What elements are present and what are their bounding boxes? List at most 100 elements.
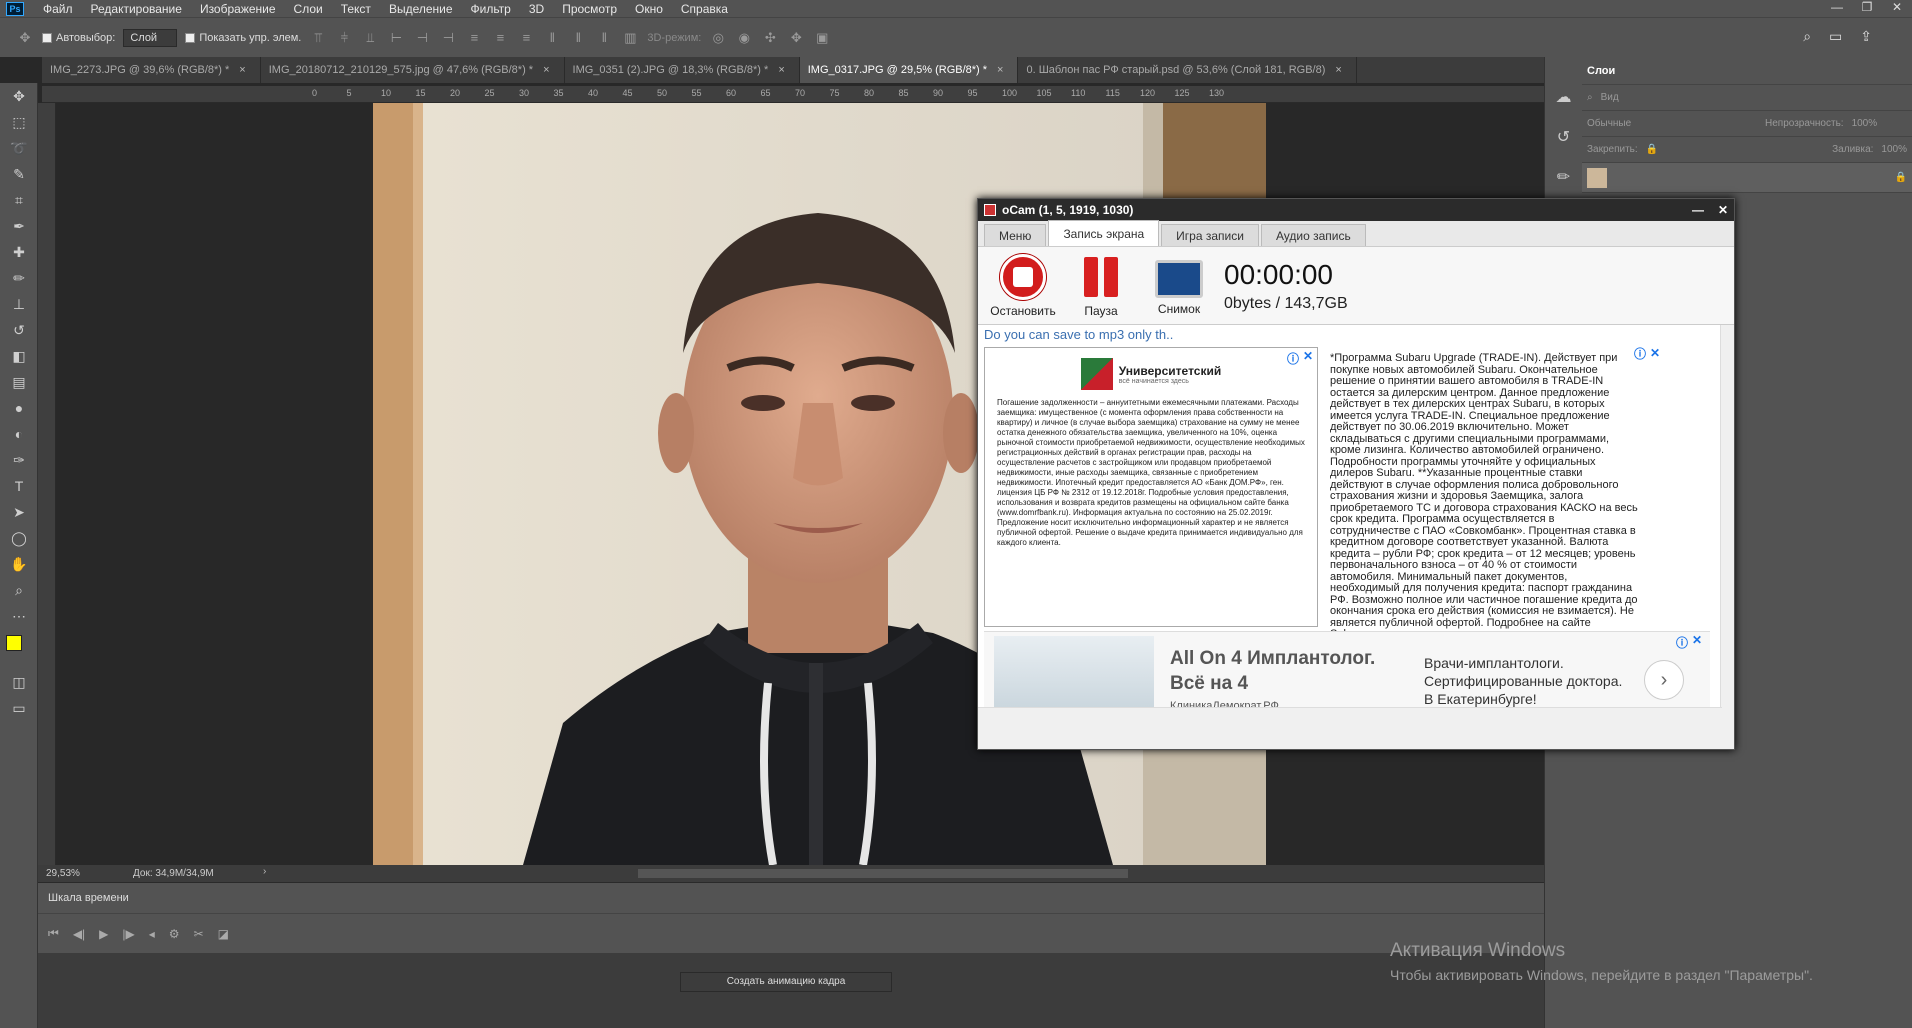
auto-align-icon[interactable]: ▥ bbox=[621, 30, 639, 46]
pen-tool-icon[interactable]: ✑ bbox=[0, 447, 38, 473]
lock-icon[interactable]: 🔒 bbox=[1646, 144, 1658, 155]
close-icon[interactable]: ✕ bbox=[1882, 0, 1912, 17]
healing-tool-icon[interactable]: ✚ bbox=[0, 239, 38, 265]
horizontal-scrollbar[interactable] bbox=[638, 869, 1128, 878]
ad-close-icon[interactable]: ✕ bbox=[1692, 633, 1702, 647]
doc-tab[interactable]: IMG_0351 (2).JPG @ 18,3% (RGB/8*) * × bbox=[564, 57, 800, 83]
ocam-titlebar[interactable]: oCam (1, 5, 1919, 1030) — ✕ bbox=[978, 199, 1734, 221]
scissors-icon[interactable]: ✂ bbox=[194, 927, 204, 941]
transition-icon[interactable]: ◪ bbox=[218, 927, 229, 941]
create-frame-animation-button[interactable]: Создать анимацию кадра bbox=[680, 972, 892, 992]
blend-mode-select[interactable]: Обычные bbox=[1587, 118, 1757, 129]
ad-info-icon[interactable]: ⓘ bbox=[1634, 348, 1646, 361]
align-right-icon[interactable]: ⊣ bbox=[439, 30, 457, 46]
3d-scale-icon[interactable]: ▣ bbox=[813, 30, 831, 46]
pause-button[interactable]: Пауза bbox=[1068, 254, 1134, 318]
stamp-tool-icon[interactable]: ⊥ bbox=[0, 291, 38, 317]
close-icon[interactable]: ✕ bbox=[1712, 203, 1734, 217]
move-tool-icon[interactable]: ✥ bbox=[16, 30, 34, 46]
close-icon[interactable]: × bbox=[778, 64, 784, 76]
bank-ad[interactable]: ⓘ ✕ Университетский всё начинается здесь … bbox=[984, 347, 1318, 627]
ad-close-icon[interactable]: ✕ bbox=[1303, 349, 1313, 363]
ad-link[interactable]: Do you can save to mp3 only th.. bbox=[984, 327, 1173, 342]
ad-close-icon[interactable]: ✕ bbox=[1650, 347, 1660, 360]
3d-pan-icon[interactable]: ✣ bbox=[761, 30, 779, 46]
doc-tab-active[interactable]: IMG_0317.JPG @ 29,5% (RGB/8*) * × bbox=[799, 57, 1019, 83]
menu-edit[interactable]: Редактирование bbox=[82, 2, 191, 16]
distribute-top-icon[interactable]: ≡ bbox=[465, 30, 483, 45]
3d-roll-icon[interactable]: ◉ bbox=[735, 30, 753, 46]
ad-info-icon[interactable]: ⓘ bbox=[1676, 634, 1688, 651]
align-vcenter-icon[interactable]: ⫩ bbox=[335, 30, 353, 46]
play-icon[interactable]: ▶ bbox=[99, 927, 108, 941]
workspace-icon[interactable]: ▭ bbox=[1829, 28, 1842, 45]
tab-audio-record[interactable]: Аудио запись bbox=[1260, 224, 1366, 246]
align-bottom-icon[interactable]: ⫫ bbox=[361, 30, 379, 46]
autoselect-checkbox[interactable]: Автовыбор: bbox=[42, 32, 115, 44]
eyedropper-tool-icon[interactable]: ✒ bbox=[0, 213, 38, 239]
menu-help[interactable]: Справка bbox=[672, 2, 737, 16]
first-frame-icon[interactable]: ⏮ bbox=[48, 926, 59, 941]
tab-menu[interactable]: Меню bbox=[984, 224, 1047, 246]
distribute-left-icon[interactable]: ‖ bbox=[543, 30, 561, 45]
layers-title[interactable]: Слои bbox=[1587, 65, 1615, 77]
doc-tab[interactable]: IMG_20180712_210129_575.jpg @ 47,6% (RGB… bbox=[260, 57, 565, 83]
menu-3d[interactable]: 3D bbox=[520, 2, 553, 16]
quick-mask-icon[interactable]: ◫ bbox=[0, 669, 38, 695]
screen-mode-icon[interactable]: ▭ bbox=[0, 695, 38, 721]
search-icon[interactable]: ⌕ bbox=[1803, 28, 1811, 45]
eraser-tool-icon[interactable]: ◧ bbox=[0, 343, 38, 369]
zoom-level[interactable]: 29,53% bbox=[46, 868, 80, 879]
gradient-tool-icon[interactable]: ▤ bbox=[0, 369, 38, 395]
3d-slide-icon[interactable]: ✥ bbox=[787, 30, 805, 46]
restore-icon[interactable]: ❐ bbox=[1852, 0, 1882, 17]
chevron-right-icon[interactable]: › bbox=[263, 866, 266, 877]
brush-tool-icon[interactable]: ✏ bbox=[0, 265, 38, 291]
foreground-color[interactable] bbox=[6, 635, 22, 651]
share-icon[interactable]: ⇪ bbox=[1860, 28, 1872, 45]
stop-button[interactable]: Остановить bbox=[990, 253, 1056, 318]
layer-filter-select[interactable]: Вид bbox=[1601, 92, 1619, 103]
subaru-ad[interactable]: ⓘ ✕ *Программа Subaru Upgrade (TRADE-IN)… bbox=[1324, 347, 1664, 639]
brush-settings-icon[interactable]: ✏ bbox=[1552, 167, 1576, 191]
align-hcenter-icon[interactable]: ⊣ bbox=[413, 30, 431, 46]
doc-tab[interactable]: IMG_2273.JPG @ 39,6% (RGB/8*) * × bbox=[42, 57, 261, 83]
menu-layers[interactable]: Слои bbox=[285, 2, 332, 16]
history-icon[interactable]: ↺ bbox=[1552, 127, 1576, 151]
blur-tool-icon[interactable]: ● bbox=[0, 395, 38, 421]
menu-text[interactable]: Текст bbox=[332, 2, 380, 16]
distribute-right-icon[interactable]: ‖ bbox=[595, 30, 613, 45]
shape-tool-icon[interactable]: ◯ bbox=[0, 525, 38, 551]
distribute-center-icon[interactable]: ≡ bbox=[491, 30, 509, 45]
dodge-tool-icon[interactable]: ◐ bbox=[0, 421, 38, 447]
horizontal-scrollbar[interactable] bbox=[978, 707, 1722, 721]
minimize-icon[interactable]: — bbox=[1684, 203, 1712, 217]
zoom-tool-icon[interactable]: ⌕ bbox=[0, 577, 38, 603]
libraries-icon[interactable]: ☁ bbox=[1552, 87, 1576, 111]
more-tools-icon[interactable]: ⋯ bbox=[0, 603, 38, 629]
menu-file[interactable]: Файл bbox=[34, 2, 82, 16]
distribute-hcenter-icon[interactable]: ‖ bbox=[569, 30, 587, 45]
tab-game-record[interactable]: Игра записи bbox=[1161, 224, 1259, 246]
menu-filter[interactable]: Фильтр bbox=[462, 2, 520, 16]
show-controls-checkbox[interactable]: Показать упр. элем. bbox=[185, 32, 301, 44]
tab-screen-record[interactable]: Запись экрана bbox=[1048, 220, 1160, 246]
menu-select[interactable]: Выделение bbox=[380, 2, 462, 16]
opacity-value[interactable]: 100% bbox=[1852, 118, 1878, 129]
close-icon[interactable]: × bbox=[239, 64, 245, 76]
align-top-icon[interactable]: ⫪ bbox=[309, 30, 327, 46]
hand-tool-icon[interactable]: ✋ bbox=[0, 551, 38, 577]
minimize-icon[interactable]: — bbox=[1822, 0, 1852, 17]
close-icon[interactable]: × bbox=[997, 64, 1003, 76]
menu-view[interactable]: Просмотр bbox=[553, 2, 626, 16]
marquee-tool-icon[interactable]: ⬚ bbox=[0, 109, 38, 135]
snapshot-button[interactable]: Снимок bbox=[1146, 256, 1212, 316]
autoselect-select[interactable]: Слой bbox=[123, 28, 178, 47]
prev-frame-icon[interactable]: ◀| bbox=[73, 927, 85, 941]
align-left-icon[interactable]: ⊢ bbox=[387, 30, 405, 46]
close-icon[interactable]: × bbox=[1335, 64, 1341, 76]
type-tool-icon[interactable]: T bbox=[0, 473, 38, 499]
menu-window[interactable]: Окно bbox=[626, 2, 672, 16]
audio-icon[interactable]: ◂ bbox=[149, 927, 155, 941]
crop-tool-icon[interactable]: ⌗ bbox=[0, 187, 38, 213]
